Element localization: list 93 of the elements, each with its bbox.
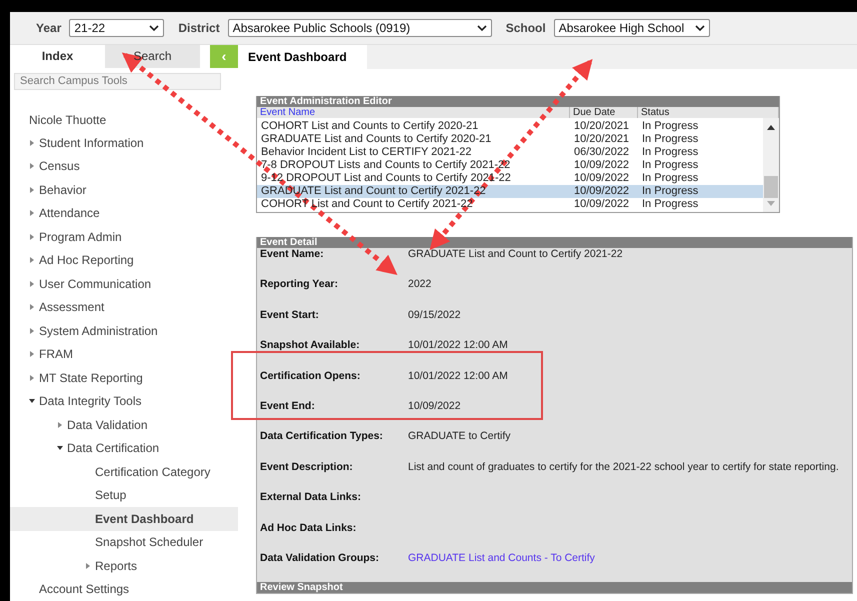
field-label: Event Name: — [260, 248, 324, 260]
sidebar-item[interactable]: Setup — [10, 484, 238, 507]
collapsed-triangle-icon — [29, 234, 35, 240]
collapsed-triangle-icon — [29, 140, 35, 146]
field-value: 10/01/2022 12:00 AM — [408, 339, 508, 352]
sidebar-item[interactable]: Account Settings — [10, 578, 238, 601]
caret-icon — [149, 24, 160, 32]
page-tab[interactable]: Event Dashboard — [238, 45, 367, 69]
field-value: 2022 — [408, 278, 432, 290]
collapsed-triangle-icon — [29, 328, 35, 334]
collapsed-triangle-icon — [29, 304, 35, 310]
table-cell-text: Behavior Incident List to CERTIFY 2021-22 — [260, 146, 472, 159]
field-label: Event Description: — [260, 460, 353, 473]
collapsed-triangle-icon — [29, 374, 35, 381]
sidebar-item[interactable]: Program Admin — [10, 225, 238, 248]
panel-title: Event Administration Editor — [257, 96, 779, 107]
sidebar-item[interactable]: Census — [10, 154, 238, 178]
field-label: Certification Opens: — [260, 370, 360, 382]
table-cell-text: In Progress — [641, 146, 698, 159]
filter-label: School — [506, 21, 546, 35]
expanded-triangle-icon — [57, 445, 63, 452]
filter-label: Year — [36, 21, 62, 35]
scrollbar[interactable] — [763, 118, 779, 212]
field-label: Snapshot Available: — [260, 339, 360, 352]
table-cell-text: 06/30/2022 — [573, 146, 630, 159]
sidebar-item[interactable]: Assessment — [10, 296, 238, 319]
field-label: Reporting Year: — [260, 278, 338, 290]
sidebar-item[interactable]: Data Integrity Tools — [10, 390, 238, 413]
sidebar-item[interactable]: Attendance — [10, 202, 238, 225]
filter-dropdown[interactable]: Absarokee High School — [554, 19, 710, 37]
sidebar-item[interactable]: Data Certification — [10, 436, 238, 460]
sidebar-item[interactable]: Ad Hoc Reporting — [10, 248, 238, 272]
collapsed-triangle-icon — [29, 280, 35, 287]
sidebar-item[interactable]: Reports — [10, 554, 238, 578]
collapsed-triangle-icon — [29, 257, 35, 264]
table-cell-text: In Progress — [641, 133, 698, 146]
search-field[interactable]: Search Campus Tools — [14, 72, 221, 90]
sidebar-item[interactable]: Student Information — [10, 131, 238, 154]
table-cell-text: In Progress — [641, 172, 698, 185]
field-value: GRADUATE List and Count to Certify 2021-22 — [408, 248, 623, 260]
filter-dropdown[interactable]: 21-22 — [69, 19, 164, 37]
sidebar-item[interactable]: Snapshot Scheduler — [10, 530, 238, 554]
sidebar-item[interactable]: Event Dashboard — [10, 507, 238, 530]
table-cell-text: COHORT List and Counts to Certify 2020-21 — [260, 120, 478, 133]
table-cell-text: 10/20/2021 — [573, 133, 630, 146]
table-cell-text: In Progress — [641, 120, 698, 133]
expanded-triangle-icon — [29, 398, 35, 404]
caret-icon — [476, 24, 487, 32]
sidebar-item[interactable]: MT State Reporting — [10, 366, 238, 390]
filter-label: District — [178, 21, 220, 35]
field-label: External Data Links: — [260, 491, 361, 504]
collapsed-triangle-icon — [57, 422, 63, 428]
sidebar-tab[interactable]: Search — [105, 45, 200, 68]
field-value: List and count of graduates to certify for the 2021-22 school year to certify for state reporting. — [408, 460, 839, 473]
column-header[interactable]: Event Name — [257, 107, 570, 118]
field-value: 10/01/2022 12:00 AM — [408, 370, 508, 382]
field-label: Event End: — [260, 400, 315, 412]
field-value: 10/09/2022 — [408, 400, 461, 412]
sidebar-item[interactable]: Certification Category — [10, 460, 238, 484]
sidebar-item[interactable]: System Administration — [10, 319, 238, 342]
field-label: Ad Hoc Data Links: — [260, 522, 356, 534]
field-label: Data Certification Types: — [260, 430, 383, 442]
table-cell-text: 10/09/2022 — [573, 159, 630, 172]
caret-icon — [694, 24, 705, 32]
table-cell-text: 10/09/2022 — [573, 172, 630, 185]
panel-title: Event Detail — [257, 237, 852, 248]
table-cell-text: 10/09/2022 — [573, 198, 630, 211]
field-label: Event Start: — [260, 308, 319, 321]
user-name: Nicole Thuotte — [28, 112, 108, 129]
table-cell-text: 10/20/2021 — [573, 120, 630, 133]
table-cell-text: COHORT List and Count to Certify 2021-22 — [260, 198, 473, 211]
field-label: Data Validation Groups: — [260, 552, 380, 564]
sidebar-item[interactable]: Data Validation — [10, 413, 238, 436]
filter-dropdown[interactable]: Absarokee Public Schools (0919) — [228, 19, 492, 37]
panel-title: Review Snapshot — [257, 582, 852, 594]
table-cell-text: In Progress — [641, 159, 698, 172]
table-cell-text: 7-8 DROPOUT Lists and Counts to Certify 2021-22 — [260, 159, 510, 172]
sidebar-item[interactable]: User Communication — [10, 272, 238, 296]
table-cell-text: 10/09/2022 — [573, 185, 630, 198]
field-value: 09/15/2022 — [408, 308, 461, 321]
column-header[interactable]: Due Date — [570, 107, 638, 118]
table-cell-text: GRADUATE List and Counts to Certify 2020-21 — [260, 133, 492, 146]
collapsed-triangle-icon — [29, 163, 35, 170]
sidebar-item[interactable]: FRAM — [10, 342, 238, 366]
table-cell-text: In Progress — [641, 185, 698, 198]
collapsed-triangle-icon — [29, 186, 35, 193]
collapsed-triangle-icon — [85, 562, 91, 569]
validation-group-link[interactable]: GRADUATE List and Counts - To Certify — [408, 552, 595, 564]
sidebar-item[interactable]: Behavior — [10, 178, 238, 202]
field-value: GRADUATE to Certify — [408, 430, 510, 442]
collapsed-triangle-icon — [29, 210, 35, 216]
collapsed-triangle-icon — [29, 351, 35, 358]
table-cell-text: In Progress — [641, 198, 698, 211]
